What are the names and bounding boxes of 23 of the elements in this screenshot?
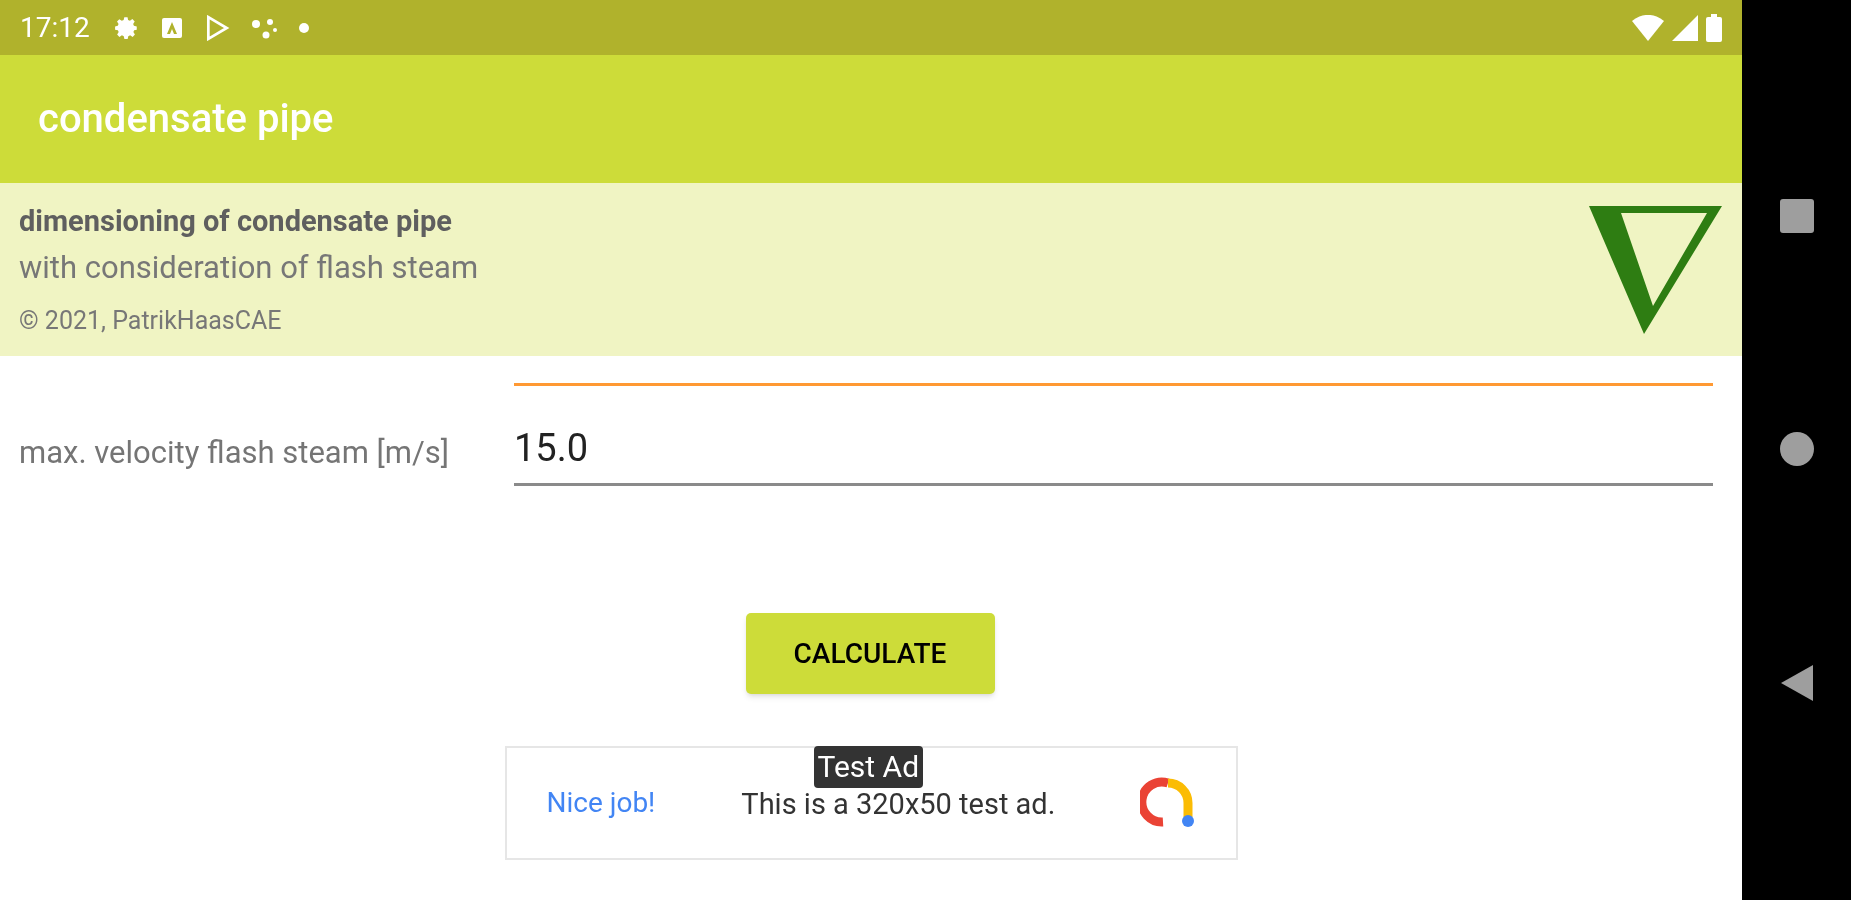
calculate-button[interactable]: CALCULATE <box>745 613 995 694</box>
app-icon <box>159 15 184 40</box>
input-field[interactable] <box>514 383 1713 386</box>
info-heading: dimensioning of condensate pipe <box>19 202 453 240</box>
gear-icon <box>113 14 140 41</box>
battery-icon <box>1706 13 1722 42</box>
back-icon[interactable] <box>1780 665 1813 701</box>
clock: 17:12 <box>20 9 90 46</box>
app-title: condensate pipe <box>38 94 334 144</box>
ad-text: This is a 320x50 test ad. <box>741 786 1056 824</box>
signal-icon <box>1672 14 1698 41</box>
ad-link[interactable]: Nice job! <box>546 782 656 824</box>
recents-icon[interactable] <box>1779 199 1814 233</box>
ad-banner[interactable]: Test Ad Nice job! This is a 320x50 test ad. <box>504 746 1238 860</box>
copyright: © 2021, PatrikHaasCAE <box>19 304 283 337</box>
wifi-icon <box>1632 14 1664 41</box>
home-icon[interactable] <box>1778 431 1815 467</box>
nabla-logo-icon <box>1589 205 1722 334</box>
dot-icon <box>297 21 310 34</box>
info-subtitle: with consideration of flash steam <box>19 248 479 289</box>
field-label: max. velocity flash steam [m/s] <box>19 433 449 471</box>
test-ad-badge: Test Ad <box>813 746 924 788</box>
input-field[interactable]: 15.0 <box>514 420 1713 486</box>
